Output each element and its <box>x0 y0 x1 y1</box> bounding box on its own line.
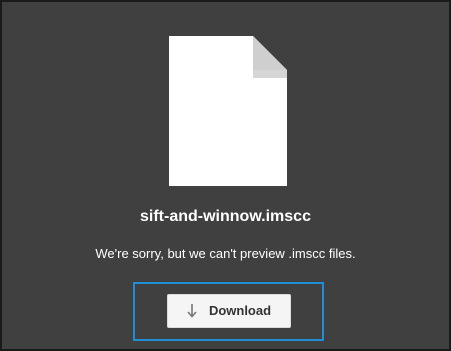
download-button-label: Download <box>208 303 272 318</box>
preview-unavailable-message: We're sorry, but we can't preview .imscc… <box>95 246 356 261</box>
download-button[interactable]: Download <box>167 294 291 328</box>
generic-file-icon <box>169 36 287 186</box>
file-name: sift-and-winnow.imscc <box>140 208 311 225</box>
file-preview-panel: sift-and-winnow.imscc We're sorry, but w… <box>0 0 451 351</box>
download-arrow-icon <box>187 304 197 318</box>
